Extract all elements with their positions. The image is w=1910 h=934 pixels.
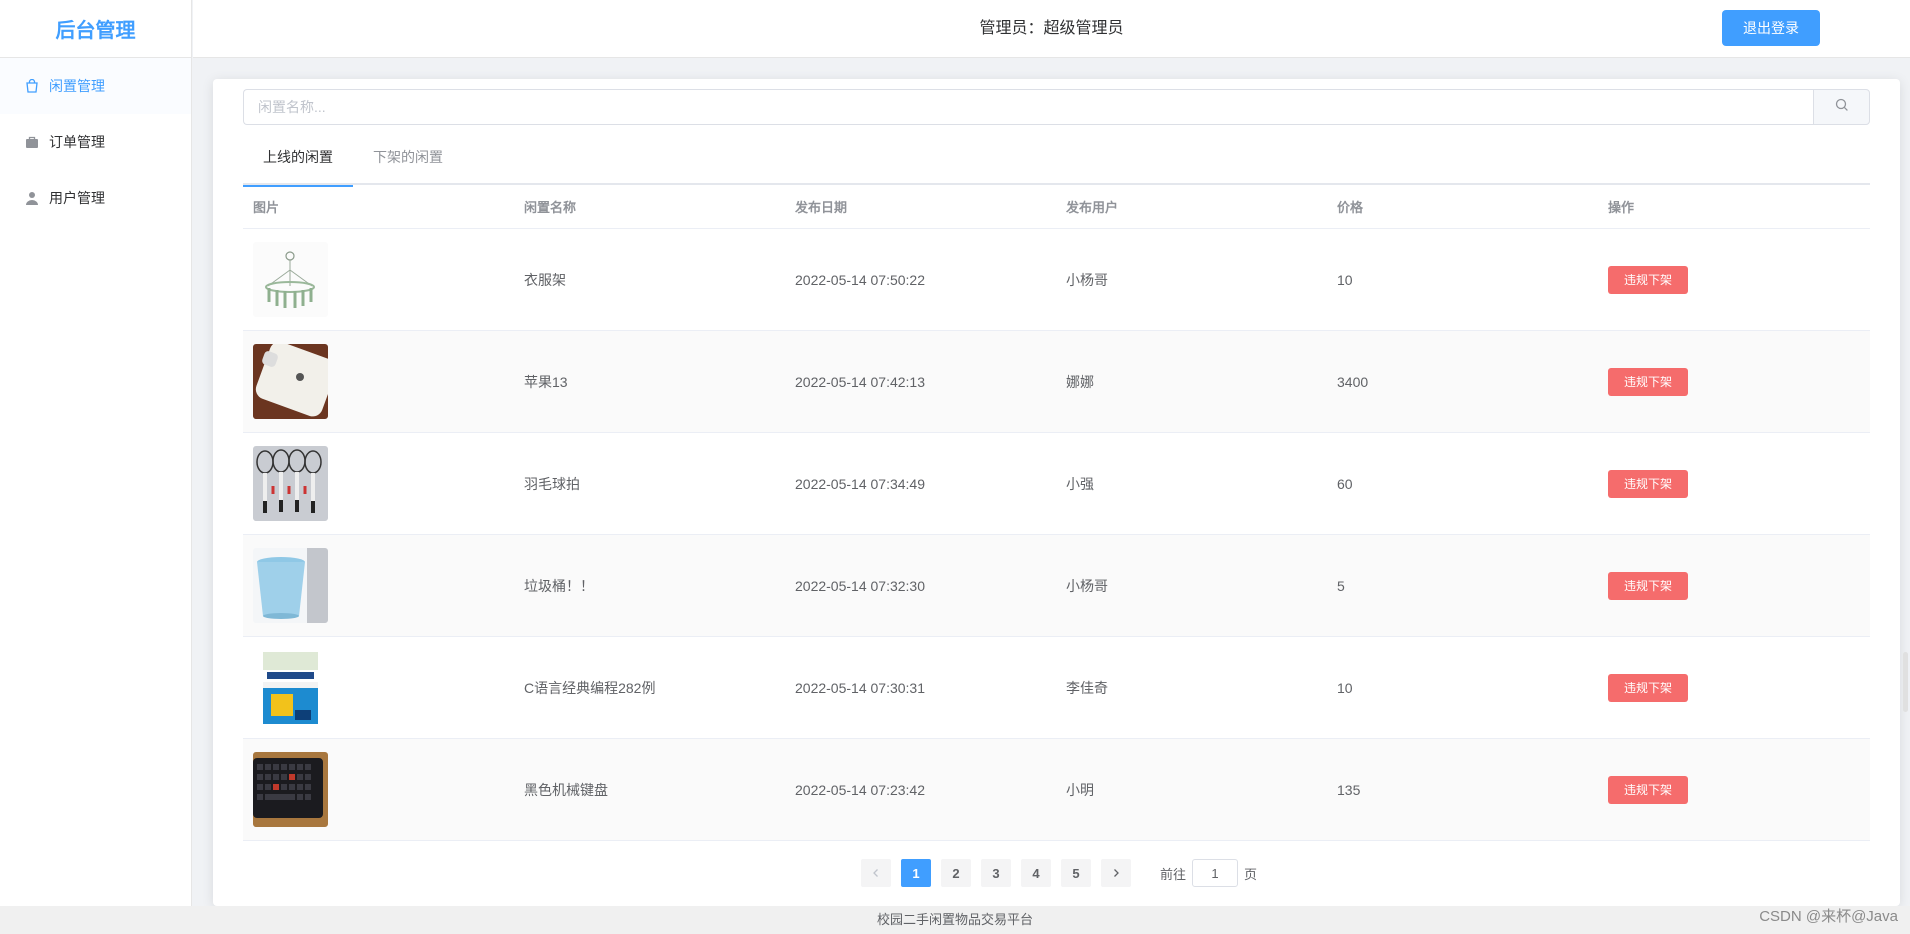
sidebar-item-label: 闲置管理 [49, 78, 105, 94]
goto-page-input[interactable] [1192, 859, 1238, 887]
sidebar-item-label: 订单管理 [49, 134, 105, 150]
chevron-right-icon [1111, 866, 1121, 881]
page-button-1[interactable]: 1 [900, 859, 931, 887]
item-name: 羽毛球拍 [524, 475, 580, 492]
takedown-button[interactable]: 违规下架 [1608, 469, 1688, 498]
tab-offline[interactable]: 下架的闲置 [353, 135, 463, 185]
search-button[interactable] [1813, 89, 1870, 125]
item-name: 衣服架 [524, 271, 566, 288]
chevron-left-icon [871, 866, 881, 881]
search-bar [243, 89, 1870, 125]
takedown-button[interactable]: 违规下架 [1608, 775, 1688, 804]
item-price: 10 [1337, 271, 1353, 288]
item-price: 60 [1337, 475, 1353, 492]
item-image-clothes-hanger [253, 242, 328, 317]
item-user: 小强 [1066, 475, 1094, 492]
takedown-button[interactable]: 违规下架 [1608, 265, 1688, 294]
item-image-white-iphone [253, 344, 328, 419]
sidebar-item-order-management[interactable]: 订单管理 [0, 114, 191, 170]
takedown-button[interactable]: 违规下架 [1608, 367, 1688, 396]
item-user: 小杨哥 [1066, 577, 1108, 594]
item-date: 2022-05-14 07:23:42 [795, 781, 925, 798]
footer: 校园二手闲置物品交易平台 [0, 906, 1910, 934]
takedown-button[interactable]: 违规下架 [1608, 673, 1688, 702]
main-card: 上线的闲置 下架的闲置 图片 闲置名称 发布日期 发布用户 价格 操作 衣服架 [213, 79, 1900, 906]
item-image-trash-bin [253, 548, 328, 623]
item-user: 小杨哥 [1066, 271, 1108, 288]
item-user: 小明 [1066, 781, 1094, 798]
column-header: 操作 [1608, 200, 1635, 215]
item-user: 娜娜 [1066, 373, 1094, 390]
user-icon [24, 190, 40, 206]
page-button-4[interactable]: 4 [1020, 859, 1051, 887]
item-name: 苹果13 [524, 373, 568, 390]
bag-icon [24, 78, 40, 94]
item-price: 3400 [1337, 373, 1369, 390]
table-row: 垃圾桶！！ 2022-05-14 07:32:30 小杨哥 5 违规下架 [243, 535, 1870, 637]
footer-text: 校园二手闲置物品交易平台 [876, 912, 1033, 927]
briefcase-icon [24, 134, 40, 150]
table-row: 羽毛球拍 2022-05-14 07:34:49 小强 60 违规下架 [243, 433, 1870, 535]
search-icon [1835, 98, 1849, 117]
page-button-3[interactable]: 3 [980, 859, 1011, 887]
next-page-button[interactable] [1100, 859, 1131, 887]
sidebar-item-label: 用户管理 [49, 190, 105, 206]
page-button-2[interactable]: 2 [940, 859, 971, 887]
column-header: 发布用户 [1066, 200, 1119, 215]
goto-suffix: 页 [1244, 866, 1258, 882]
item-date: 2022-05-14 07:30:31 [795, 679, 925, 696]
goto-prefix: 前往 [1159, 866, 1186, 882]
sidebar-item-user-management[interactable]: 用户管理 [0, 170, 191, 226]
column-header: 闲置名称 [524, 200, 577, 215]
scrollbar-handle[interactable] [1903, 652, 1908, 712]
table-row: 黑色机械键盘 2022-05-14 07:23:42 小明 135 违规下架 [243, 739, 1870, 841]
logout-button[interactable]: 退出登录 [1722, 10, 1820, 46]
item-image-black-keyboard [253, 752, 328, 827]
idle-items-table: 图片 闲置名称 发布日期 发布用户 价格 操作 衣服架 2022-05-14 0… [243, 185, 1870, 841]
goto-page: 前往 页 [1160, 859, 1257, 887]
item-image-c-book [253, 650, 328, 725]
column-header: 价格 [1337, 200, 1364, 215]
item-user: 李佳奇 [1066, 679, 1108, 696]
item-price: 5 [1337, 577, 1345, 594]
table-header: 图片 闲置名称 发布日期 发布用户 价格 操作 [243, 185, 1870, 229]
table-row: C语言经典编程282例 2022-05-14 07:30:31 李佳奇 10 违… [243, 637, 1870, 739]
pagination: 1 2 3 4 5 前往 页 [213, 859, 1900, 887]
item-date: 2022-05-14 07:50:22 [795, 271, 925, 288]
status-tabs: 上线的闲置 下架的闲置 [243, 135, 1870, 187]
page-button-5[interactable]: 5 [1060, 859, 1091, 887]
item-name: 黑色机械键盘 [524, 781, 608, 798]
item-date: 2022-05-14 07:42:13 [795, 373, 925, 390]
takedown-button[interactable]: 违规下架 [1608, 571, 1688, 600]
item-price: 10 [1337, 679, 1353, 696]
search-input[interactable] [243, 89, 1813, 125]
item-image-badminton-rackets [253, 446, 328, 521]
column-header: 发布日期 [795, 200, 848, 215]
table-row: 衣服架 2022-05-14 07:50:22 小杨哥 10 违规下架 [243, 229, 1870, 331]
column-header: 图片 [253, 200, 280, 215]
top-header: 管理员：超级管理员 退出登录 [193, 0, 1910, 58]
tab-online[interactable]: 上线的闲置 [243, 135, 353, 187]
sidebar: 后台管理 闲置管理 订单管理 用户管理 [0, 0, 192, 906]
item-name: C语言经典编程282例 [524, 679, 656, 696]
table-row: 苹果13 2022-05-14 07:42:13 娜娜 3400 违规下架 [243, 331, 1870, 433]
sidebar-item-idle-management[interactable]: 闲置管理 [0, 58, 191, 114]
item-date: 2022-05-14 07:32:30 [795, 577, 925, 594]
item-name: 垃圾桶！！ [524, 577, 594, 594]
item-date: 2022-05-14 07:34:49 [795, 475, 925, 492]
watermark: CSDN @来杯@Java [1759, 908, 1898, 925]
admin-label: 管理员：超级管理员 [979, 20, 1124, 37]
prev-page-button[interactable] [860, 859, 891, 887]
item-price: 135 [1337, 781, 1361, 798]
brand-title: 后台管理 [0, 0, 191, 58]
